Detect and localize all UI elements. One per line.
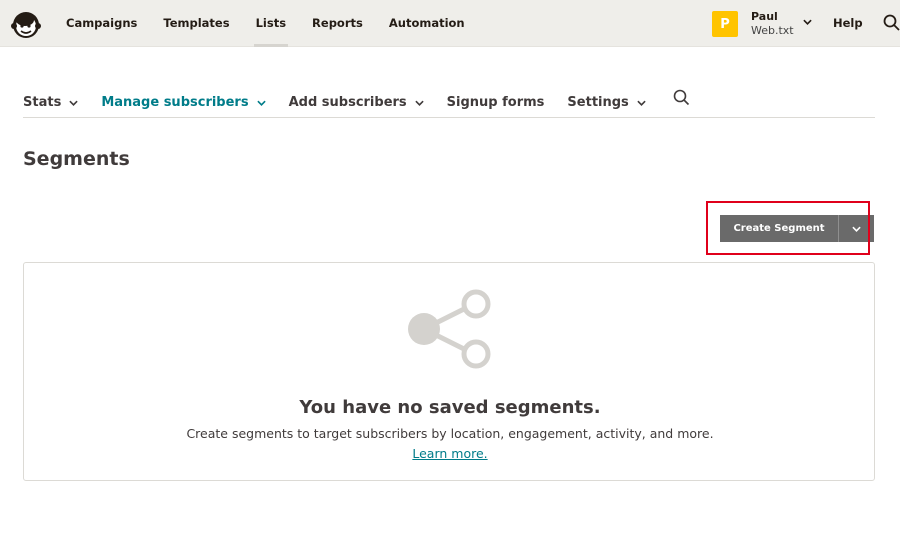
subnav-settings-label: Settings [567, 95, 629, 110]
subnav-manage-subscribers-label: Manage subscribers [101, 95, 249, 110]
subnav-manage-subscribers[interactable]: Manage subscribers [101, 78, 266, 116]
chevron-down-icon [256, 100, 266, 106]
list-sub-nav: Stats Manage subscribers Add subscribers… [23, 78, 875, 118]
subnav-add-subscribers[interactable]: Add subscribers [289, 78, 424, 116]
chevron-down-icon [414, 100, 424, 106]
chevron-down-icon[interactable] [803, 19, 812, 25]
help-link[interactable]: Help [833, 0, 863, 47]
top-nav-reports[interactable]: Reports [312, 0, 363, 47]
empty-state-description: Create segments to target subscribers by… [180, 424, 720, 464]
page-title: Segments [23, 148, 130, 170]
account-org: Web.txt [751, 24, 794, 37]
top-nav-templates[interactable]: Templates [163, 0, 229, 47]
subnav-add-subscribers-label: Add subscribers [288, 95, 407, 110]
top-nav-campaigns[interactable]: Campaigns [66, 0, 137, 47]
top-nav-lists[interactable]: Lists [253, 0, 289, 47]
chevron-down-icon [852, 226, 861, 232]
subnav-signup-forms-label: Signup forms [446, 95, 545, 110]
account-menu[interactable]: P Paul Web.txt [712, 10, 812, 38]
subnav-stats[interactable]: Stats [23, 78, 78, 116]
account-name: Paul [751, 10, 778, 23]
top-nav: Campaigns Templates Lists Reports Automa… [66, 0, 491, 47]
empty-state-title: You have no saved segments. [299, 397, 601, 418]
avatar: P [712, 11, 738, 37]
create-segment-dropdown-button[interactable] [838, 215, 874, 242]
subnav-settings[interactable]: Settings [567, 78, 646, 116]
search-icon[interactable] [883, 14, 900, 31]
empty-state-description-text: Create segments to target subscribers by… [186, 426, 714, 441]
subnav-signup-forms[interactable]: Signup forms [447, 78, 545, 116]
top-bar: Campaigns Templates Lists Reports Automa… [0, 0, 900, 47]
chevron-down-icon [69, 100, 78, 106]
mailchimp-logo-icon[interactable] [10, 8, 42, 40]
search-icon[interactable] [673, 89, 690, 106]
create-segment-button[interactable]: Create Segment [720, 215, 838, 242]
share-icon [408, 289, 491, 369]
chevron-down-icon [637, 100, 646, 106]
subnav-stats-label: Stats [23, 95, 62, 110]
learn-more-link[interactable]: Learn more. [412, 446, 487, 461]
top-nav-automation[interactable]: Automation [389, 0, 465, 47]
create-segment-button-group: Create Segment [720, 215, 874, 242]
